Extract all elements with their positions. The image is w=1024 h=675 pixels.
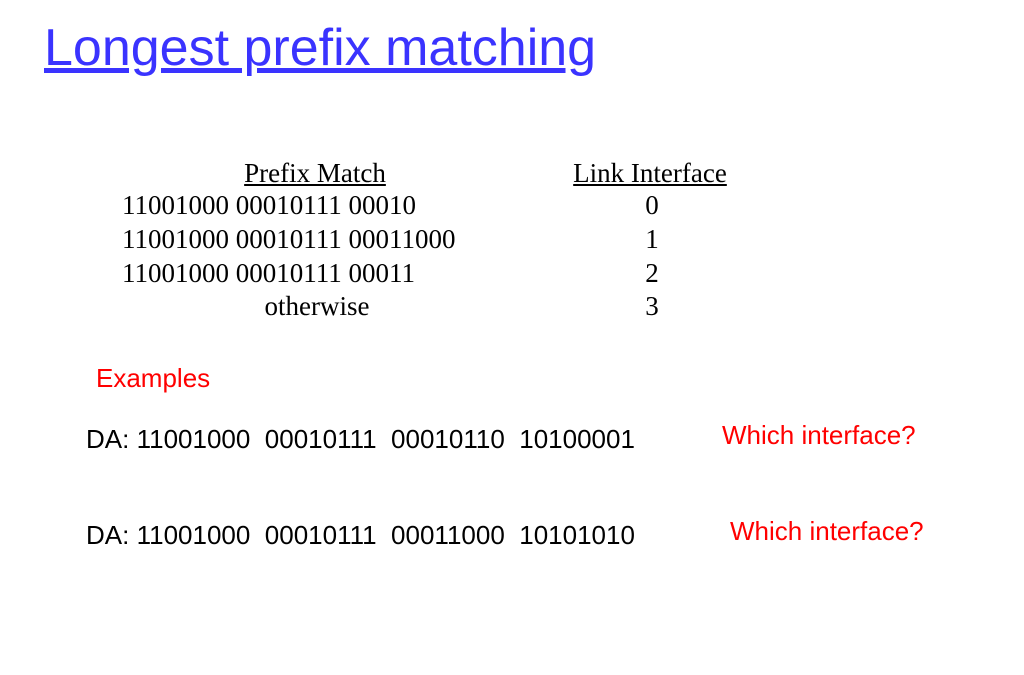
table-header-prefix: Prefix Match	[120, 158, 510, 189]
examples-heading: Examples	[96, 363, 210, 394]
table-row: 11001000 00010111 00011 2	[120, 257, 820, 291]
cell-prefix: 11001000 00010111 00011	[120, 257, 512, 291]
table-row: 11001000 00010111 00011000 1	[120, 223, 820, 257]
prefix-table: Prefix Match Link Interface 11001000 000…	[120, 158, 820, 324]
example-address: DA: 11001000 00010111 00010110 10100001	[86, 424, 635, 455]
example-unhighlighted: 11001000 00010111 0001	[137, 424, 449, 454]
table-header-row: Prefix Match Link Interface	[120, 158, 820, 189]
example-highlighted: 0110 10100001	[449, 424, 635, 454]
cell-link: 3	[512, 290, 792, 324]
example-address: DA: 11001000 00010111 00011000 10101010	[86, 520, 635, 551]
example-question: Which interface?	[730, 516, 924, 547]
example-label: DA:	[86, 424, 137, 454]
example-label: DA:	[86, 520, 137, 550]
example-unhighlighted: 11001000 00010111 0001	[137, 520, 447, 550]
table-row: 11001000 00010111 00010 0	[120, 189, 820, 223]
table-header-link: Link Interface	[510, 158, 790, 189]
cell-prefix-otherwise: otherwise	[120, 290, 512, 324]
cell-link: 1	[512, 223, 792, 257]
cell-link: 2	[512, 257, 792, 291]
cell-prefix: 11001000 00010111 00010	[120, 189, 512, 223]
table-row: otherwise 3	[120, 290, 820, 324]
slide-title: Longest prefix matching	[44, 18, 596, 78]
cell-link: 0	[512, 189, 792, 223]
example-highlighted: 1000 10101010	[447, 520, 635, 550]
cell-prefix: 11001000 00010111 00011000	[120, 223, 512, 257]
example-question: Which interface?	[722, 420, 916, 451]
